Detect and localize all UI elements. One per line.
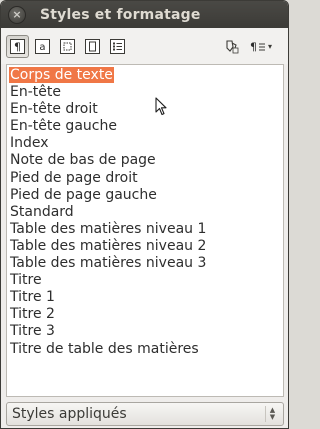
fill-format-mode-icon: [225, 40, 238, 54]
paragraph-styles-icon: ¶: [10, 38, 25, 54]
styles-list[interactable]: Corps de texte En-tête En-tête droit En-têt…: [6, 64, 284, 397]
new-style-from-selection-icon: ¶: [250, 41, 265, 54]
style-list-item-label: Pied de page gauche: [10, 186, 157, 203]
style-list-item[interactable]: Table des matières niveau 3: [7, 255, 283, 272]
style-list-item[interactable]: Pied de page droit: [7, 170, 283, 187]
style-list-item-label: Titre 1: [10, 289, 55, 306]
style-list-item[interactable]: En-tête droit: [7, 101, 283, 118]
title-bar[interactable]: × Styles et formatage: [1, 1, 288, 28]
character-styles-button[interactable]: a: [31, 35, 54, 58]
frame-styles-icon: [60, 38, 75, 54]
style-list-item[interactable]: Pied de page gauche: [7, 187, 283, 204]
style-list-item-label: Titre 2: [10, 306, 55, 323]
style-list-item-label: Pied de page droit: [10, 169, 138, 186]
style-list-item[interactable]: Titre: [7, 272, 283, 289]
window-title: Styles et formatage: [40, 6, 201, 23]
style-list-item[interactable]: Standard: [7, 204, 283, 221]
style-list-item-label: Titre 3: [10, 323, 55, 340]
style-list-item-label: En-tête: [10, 84, 61, 101]
style-list-item[interactable]: En-tête: [7, 84, 283, 101]
page-styles-button[interactable]: [81, 35, 104, 58]
character-styles-icon: a: [35, 38, 50, 54]
frame-styles-button[interactable]: [56, 35, 79, 58]
mouse-pointer-icon: [155, 97, 167, 120]
chevron-down-icon[interactable]: ▾: [268, 42, 272, 51]
style-list-item[interactable]: Index: [7, 135, 283, 152]
style-list-item[interactable]: Table des matières niveau 1: [7, 221, 283, 238]
style-list-item[interactable]: Table des matières niveau 2: [7, 238, 283, 255]
style-list-item-label: Corps de texte: [9, 67, 114, 83]
style-list-item[interactable]: Titre 2: [7, 306, 283, 323]
toolbar: ¶ a ¶ ▾: [1, 28, 288, 64]
paragraph-styles-button[interactable]: ¶: [6, 34, 29, 58]
style-list-item-label: Table des matières niveau 3: [10, 255, 207, 272]
style-list-item[interactable]: Titre 1: [7, 289, 283, 306]
style-list-item-label: Titre de table des matières: [10, 340, 199, 357]
list-styles-icon: [110, 38, 125, 54]
page-styles-icon: [85, 38, 100, 54]
style-list-item[interactable]: Corps de texte: [7, 67, 283, 84]
style-filter-dropdown[interactable]: Styles appliqués ▲ ▼: [6, 402, 284, 426]
style-list-item-label: Titre: [10, 272, 42, 289]
toolbar-right-group: ¶ ▾: [219, 28, 280, 64]
styles-formatting-window: × Styles et formatage ¶ a ¶ ▾ Corps de t…: [0, 0, 289, 429]
style-list-item-label: En-tête droit: [10, 101, 98, 118]
fill-format-mode-button[interactable]: [219, 35, 242, 58]
style-list-item-label: En-tête gauche: [10, 118, 117, 135]
style-list-item[interactable]: Titre de table des matières: [7, 341, 283, 358]
new-style-from-selection-button[interactable]: ¶ ▾: [246, 35, 276, 58]
style-list-item-label: Table des matières niveau 1: [10, 220, 207, 237]
close-icon: ×: [12, 8, 22, 21]
svg-text:¶: ¶: [250, 41, 257, 54]
style-list-item-label: Index: [10, 135, 49, 152]
close-button[interactable]: ×: [8, 5, 26, 24]
spinner-arrows-icon[interactable]: ▲ ▼: [265, 406, 279, 422]
style-filter-value: Styles appliqués: [12, 406, 127, 422]
style-list-item[interactable]: Titre 3: [7, 323, 283, 340]
svg-text:a: a: [39, 42, 45, 53]
style-list-item-label: Table des matières niveau 2: [10, 237, 207, 254]
svg-text:¶: ¶: [14, 40, 21, 53]
style-list-item-label: Note de bas de page: [10, 152, 156, 169]
style-list-item-label: Standard: [10, 203, 74, 220]
style-list-item[interactable]: En-tête gauche: [7, 118, 283, 135]
style-list-item[interactable]: Note de bas de page: [7, 152, 283, 169]
list-styles-button[interactable]: [106, 35, 129, 58]
